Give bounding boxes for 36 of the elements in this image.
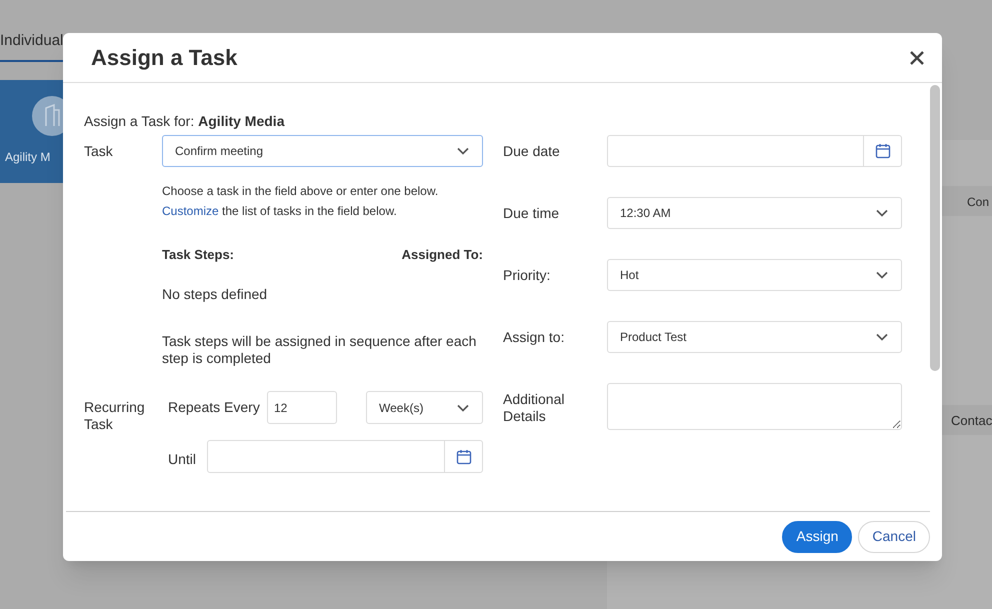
field-label: Due time [503, 204, 560, 222]
field-label: Additional Details [503, 391, 566, 425]
help-text: Choose a task in the field above or enter one below. [162, 183, 440, 200]
field-label: Until [168, 450, 198, 469]
empty-message: No steps defined [162, 285, 268, 304]
dialog-title: Assign a Task [91, 44, 238, 72]
select-field[interactable]: Hot [607, 259, 902, 291]
customize-link[interactable]: Customize [162, 204, 219, 218]
task-select[interactable]: Confirm meeting [162, 135, 483, 167]
account-name: Agility M [5, 149, 50, 166]
select-field[interactable]: 12:30 AM [607, 197, 902, 229]
help-text: Customize the list of tasks in the field below. [162, 203, 398, 220]
date-field[interactable] [607, 135, 902, 167]
select-field[interactable]: Product Test [607, 321, 902, 353]
column-label: Con [967, 195, 990, 209]
cancel-button[interactable]: Cancel [858, 520, 930, 552]
field-label: Repeats Every [168, 398, 261, 417]
scrollbar[interactable] [930, 85, 940, 371]
steps-note: Task steps will be assigned in sequence after each step is completed [162, 333, 478, 367]
account-card[interactable]: Agility M [0, 80, 63, 183]
field-label: Recurring Task [84, 399, 146, 434]
field-label: Assign to: [503, 328, 566, 346]
field-label: Due date [503, 142, 561, 160]
calendar-icon [874, 143, 890, 159]
column-header: Task Steps: [162, 246, 234, 264]
field-label: Priority: [503, 266, 552, 284]
dialog-subtitle: Assign a Task for: Agility Media [84, 112, 286, 131]
field-label: Task [84, 142, 114, 160]
details-textarea[interactable] [607, 383, 902, 430]
until-date-field[interactable] [207, 440, 483, 473]
column-header: Assigned To: [402, 246, 483, 264]
repeat-input[interactable]: 12 [267, 391, 337, 424]
assign-button[interactable]: Assign [782, 520, 852, 552]
column-label: Contac [951, 413, 992, 428]
unit-select[interactable]: Week(s) [366, 391, 483, 424]
calendar-icon [456, 448, 472, 464]
